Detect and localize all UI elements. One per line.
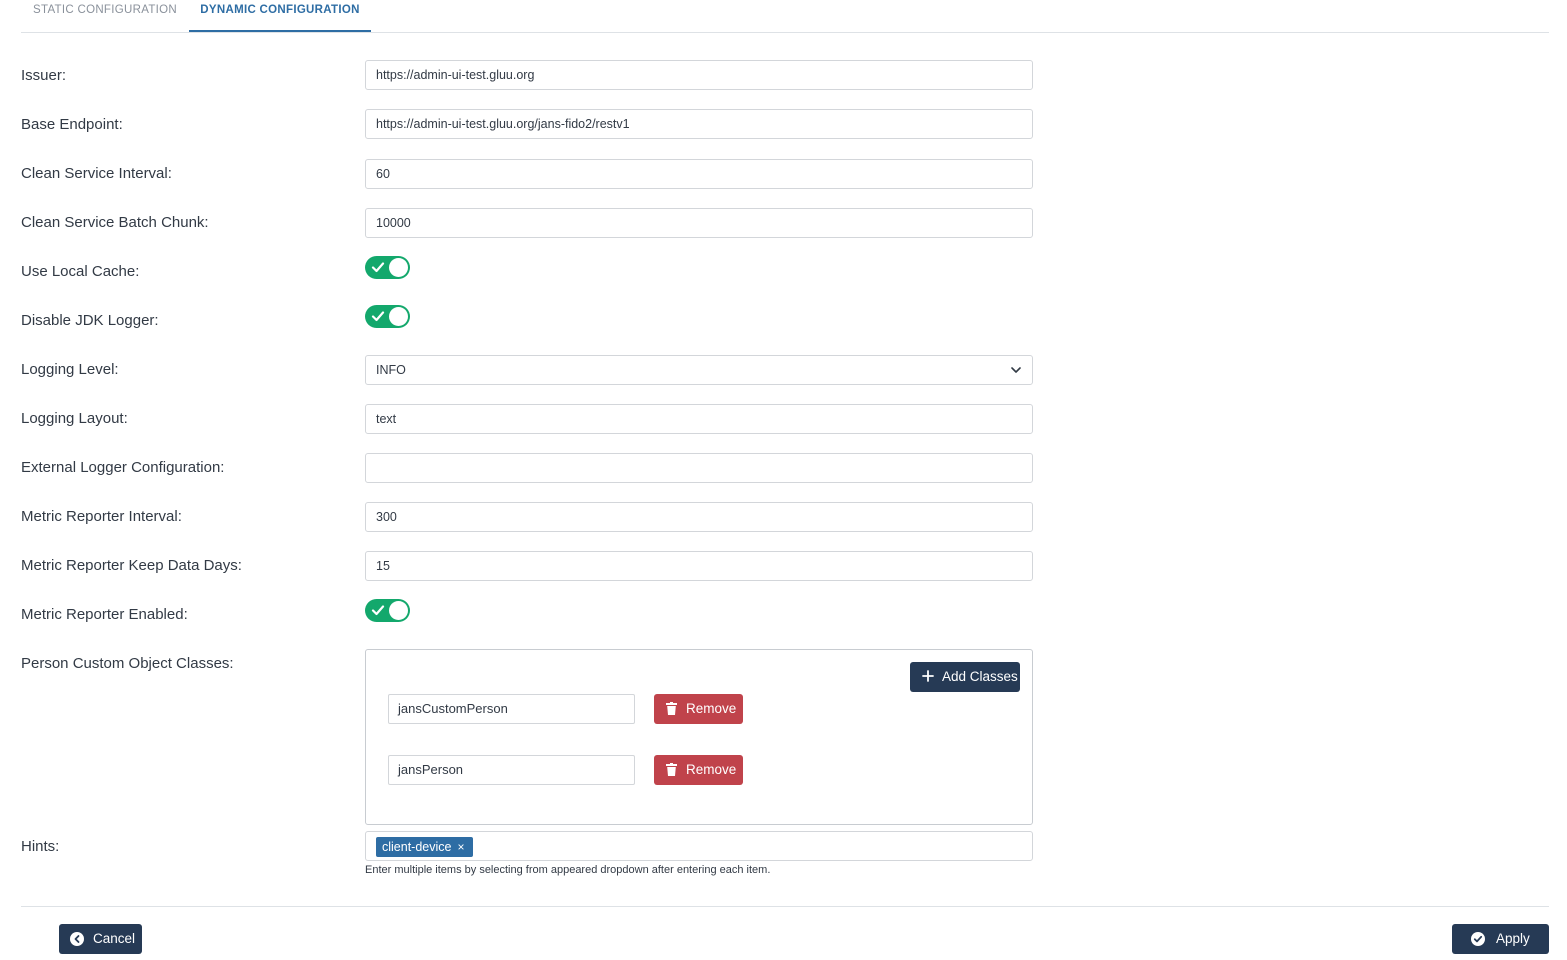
metric-reporter-keep-data-days-label: Metric Reporter Keep Data Days: [21,557,242,574]
apply-label: Apply [1496,931,1530,946]
disable-jdk-logger-label: Disable JDK Logger: [21,312,159,329]
logging-level-label: Logging Level: [21,361,119,378]
toggle-knob [389,258,408,277]
check-icon [371,262,385,273]
plus-icon [922,670,934,682]
config-tabs: STATIC CONFIGURATION DYNAMIC CONFIGURATI… [21,0,1549,33]
base-endpoint-input[interactable]: https://admin-ui-test.gluu.org/jans-fido… [365,109,1033,139]
external-logger-configuration-input[interactable] [365,453,1033,483]
chevron-down-icon [1011,367,1021,373]
issuer-label: Issuer: [21,67,67,84]
logging-level-select[interactable]: INFO [365,355,1033,385]
footer-divider [21,906,1549,907]
person-custom-object-classes-label: Person Custom Object Classes: [21,655,234,672]
remove-chip-icon[interactable]: × [457,840,464,854]
remove-class-button[interactable]: Remove [654,755,743,785]
tab-dynamic-configuration[interactable]: DYNAMIC CONFIGURATION [189,0,371,32]
toggle-knob [389,307,408,326]
use-local-cache-label: Use Local Cache: [21,263,140,280]
remove-class-button[interactable]: Remove [654,694,743,724]
logging-layout-label: Logging Layout: [21,410,128,427]
trash-icon [666,702,677,715]
check-circle-icon [1471,932,1485,946]
add-classes-button[interactable]: Add Classes [910,662,1020,692]
toggle-knob [389,601,408,620]
person-custom-object-classes-panel: Add Classes jansCustomPerson Remove jans… [365,649,1033,825]
disable-jdk-logger-toggle[interactable] [365,305,410,328]
custom-class-input[interactable]: jansCustomPerson [388,694,635,724]
custom-class-input[interactable]: jansPerson [388,755,635,785]
use-local-cache-toggle[interactable] [365,256,410,279]
metric-reporter-interval-label: Metric Reporter Interval: [21,508,182,525]
metric-reporter-interval-input[interactable]: 300 [365,502,1033,532]
hints-input[interactable]: client-device × [365,831,1033,861]
clean-service-interval-label: Clean Service Interval: [21,165,172,182]
check-icon [371,311,385,322]
clean-service-batch-chunk-label: Clean Service Batch Chunk: [21,214,209,231]
hints-label: Hints: [21,838,60,855]
check-icon [371,605,385,616]
hints-help-text: Enter multiple items by selecting from a… [365,864,771,876]
cancel-label: Cancel [93,931,136,946]
trash-icon [666,763,677,776]
external-logger-configuration-label: External Logger Configuration: [21,459,225,476]
metric-reporter-enabled-toggle[interactable] [365,599,410,622]
remove-class-label: Remove [686,701,737,716]
base-endpoint-label: Base Endpoint: [21,116,123,133]
add-classes-label: Add Classes [942,669,1018,684]
metric-reporter-enabled-label: Metric Reporter Enabled: [21,606,188,623]
apply-button[interactable]: Apply [1452,924,1549,954]
logging-layout-input[interactable]: text [365,404,1033,434]
metric-reporter-keep-data-days-input[interactable]: 15 [365,551,1033,581]
tab-static-configuration[interactable]: STATIC CONFIGURATION [21,0,189,32]
clean-service-batch-chunk-input[interactable]: 10000 [365,208,1033,238]
logging-level-value: INFO [376,363,406,377]
clean-service-interval-input[interactable]: 60 [365,159,1033,189]
arrow-circle-left-icon [70,932,84,946]
remove-class-label: Remove [686,762,737,777]
issuer-input[interactable]: https://admin-ui-test.gluu.org [365,60,1033,90]
hint-chip: client-device × [376,837,473,857]
cancel-button[interactable]: Cancel [59,924,142,954]
hint-chip-label: client-device [382,840,452,854]
